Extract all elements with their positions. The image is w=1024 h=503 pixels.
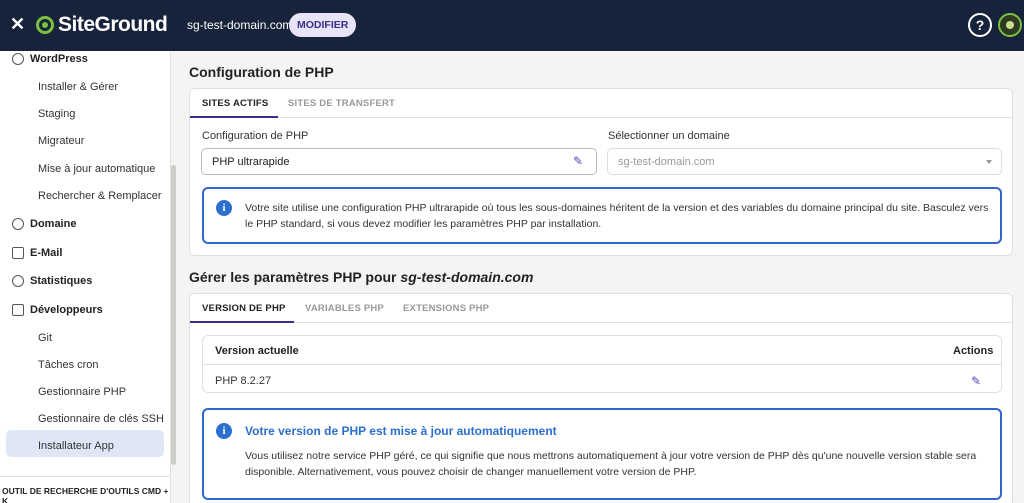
sidebar-item-gestionnaire-php[interactable]: Gestionnaire PHP xyxy=(38,386,126,398)
sidebar-item-installer[interactable]: Installer & Gérer xyxy=(38,81,118,93)
avatar[interactable] xyxy=(998,13,1022,37)
siteground-logo-icon xyxy=(36,16,54,34)
sidebar: WordPress Installer & Gérer Staging Migr… xyxy=(0,51,171,503)
php-config-select[interactable]: PHP ultrarapide xyxy=(201,148,597,175)
edit-pencil-icon[interactable]: ✎ xyxy=(573,155,585,167)
chart-pie-icon xyxy=(12,275,24,287)
config-tabs: SITES ACTIFS SITES DE TRANSFERT xyxy=(190,89,1012,118)
current-domain: sg-test-domain.com xyxy=(187,18,293,32)
php-manage-card: VERSION DE PHP VARIABLES PHP EXTENSIONS … xyxy=(189,293,1013,503)
php-config-card: SITES ACTIFS SITES DE TRANSFERT Configur… xyxy=(189,88,1013,256)
sidebar-section-email[interactable]: E-Mail xyxy=(12,247,62,259)
siteground-logo[interactable]: SiteGround xyxy=(36,13,168,37)
info-icon: i xyxy=(216,423,232,439)
sidebar-item-migrateur[interactable]: Migrateur xyxy=(38,135,84,147)
mail-icon xyxy=(12,247,24,259)
chevron-down-icon xyxy=(986,160,992,164)
sidebar-item-cles-ssh[interactable]: Gestionnaire de clés SSH xyxy=(38,413,164,425)
info-icon: i xyxy=(216,200,232,216)
sidebar-scrollbar[interactable] xyxy=(171,165,176,465)
tab-sites-actifs[interactable]: SITES ACTIFS xyxy=(202,98,268,109)
sidebar-item-rechercher-remplacer[interactable]: Rechercher & Remplacer xyxy=(38,190,162,202)
sidebar-section-label: E-Mail xyxy=(30,247,63,259)
col-version-header: Version actuelle xyxy=(215,345,299,357)
page-title: Configuration de PHP xyxy=(189,64,334,80)
current-php-version: PHP 8.2.27 xyxy=(215,375,272,387)
edit-version-pencil-icon[interactable]: ✎ xyxy=(971,375,983,387)
modify-domain-button[interactable]: MODIFIER xyxy=(289,13,357,37)
manage-tabs: VERSION DE PHP VARIABLES PHP EXTENSIONS … xyxy=(190,294,1012,323)
tab-extensions-php[interactable]: EXTENSIONS PHP xyxy=(403,303,489,314)
col-actions-header: Actions xyxy=(953,345,994,357)
fast-php-notice: i Votre site utilise une configuration P… xyxy=(202,187,1002,244)
domain-select[interactable]: sg-test-domain.com xyxy=(607,148,1002,175)
config-label: Configuration de PHP xyxy=(202,130,309,142)
active-tab-underline xyxy=(190,321,294,323)
sidebar-section-domaine[interactable]: Domaine xyxy=(12,218,76,230)
auto-update-title: Votre version de PHP est mise à jour aut… xyxy=(245,424,557,438)
close-icon[interactable]: ✕ xyxy=(10,15,25,33)
table-divider xyxy=(203,364,1001,365)
tab-sites-transfert[interactable]: SITES DE TRANSFERT xyxy=(288,98,395,109)
manage-title-domain: sg-test-domain.com xyxy=(400,269,534,285)
tab-version-php[interactable]: VERSION DE PHP xyxy=(202,303,286,314)
sidebar-item-installateur-app[interactable]: Installateur App xyxy=(38,440,114,452)
sidebar-item-git[interactable]: Git xyxy=(38,332,52,344)
domain-select-label: Sélectionner un domaine xyxy=(608,130,730,142)
sidebar-section-label: Développeurs xyxy=(30,304,103,316)
auto-update-text: Vous utilisez notre service PHP géré, ce… xyxy=(245,450,977,478)
manage-php-title: Gérer les paramètres PHP pour sg-test-do… xyxy=(189,269,533,285)
sidebar-item-staging[interactable]: Staging xyxy=(38,108,75,120)
globe-icon xyxy=(12,218,24,230)
manage-title-prefix: Gérer les paramètres PHP pour xyxy=(189,269,401,285)
sidebar-section-developpeurs[interactable]: Développeurs xyxy=(12,304,103,316)
help-icon[interactable]: ? xyxy=(968,13,992,37)
tool-search-shortcut[interactable]: OUTIL DE RECHERCHE D'OUTILS CMD + K xyxy=(0,476,171,503)
active-tab-underline xyxy=(190,116,278,118)
php-version-table: Version actuelle Actions PHP 8.2.27 ✎ xyxy=(202,335,1002,393)
auto-update-notice: i Votre version de PHP est mise à jour a… xyxy=(202,408,1002,500)
sidebar-item-mise-a-jour[interactable]: Mise à jour automatique xyxy=(38,163,155,175)
code-icon xyxy=(12,304,24,316)
sidebar-section-label: WordPress xyxy=(30,53,88,65)
tab-variables-php[interactable]: VARIABLES PHP xyxy=(305,303,384,314)
sidebar-section-label: Domaine xyxy=(30,218,77,230)
sidebar-section-label: Statistiques xyxy=(30,275,93,287)
top-bar: ✕ SiteGround sg-test-domain.com MODIFIER… xyxy=(0,0,1024,51)
sidebar-section-wordpress[interactable]: WordPress xyxy=(12,53,88,65)
fast-php-notice-text: Votre site utilise une configuration PHP… xyxy=(245,202,989,230)
logo-text: SiteGround xyxy=(58,13,168,36)
wordpress-icon xyxy=(12,53,24,65)
sidebar-section-statistiques[interactable]: Statistiques xyxy=(12,275,92,287)
sidebar-item-taches-cron[interactable]: Tâches cron xyxy=(38,359,99,371)
